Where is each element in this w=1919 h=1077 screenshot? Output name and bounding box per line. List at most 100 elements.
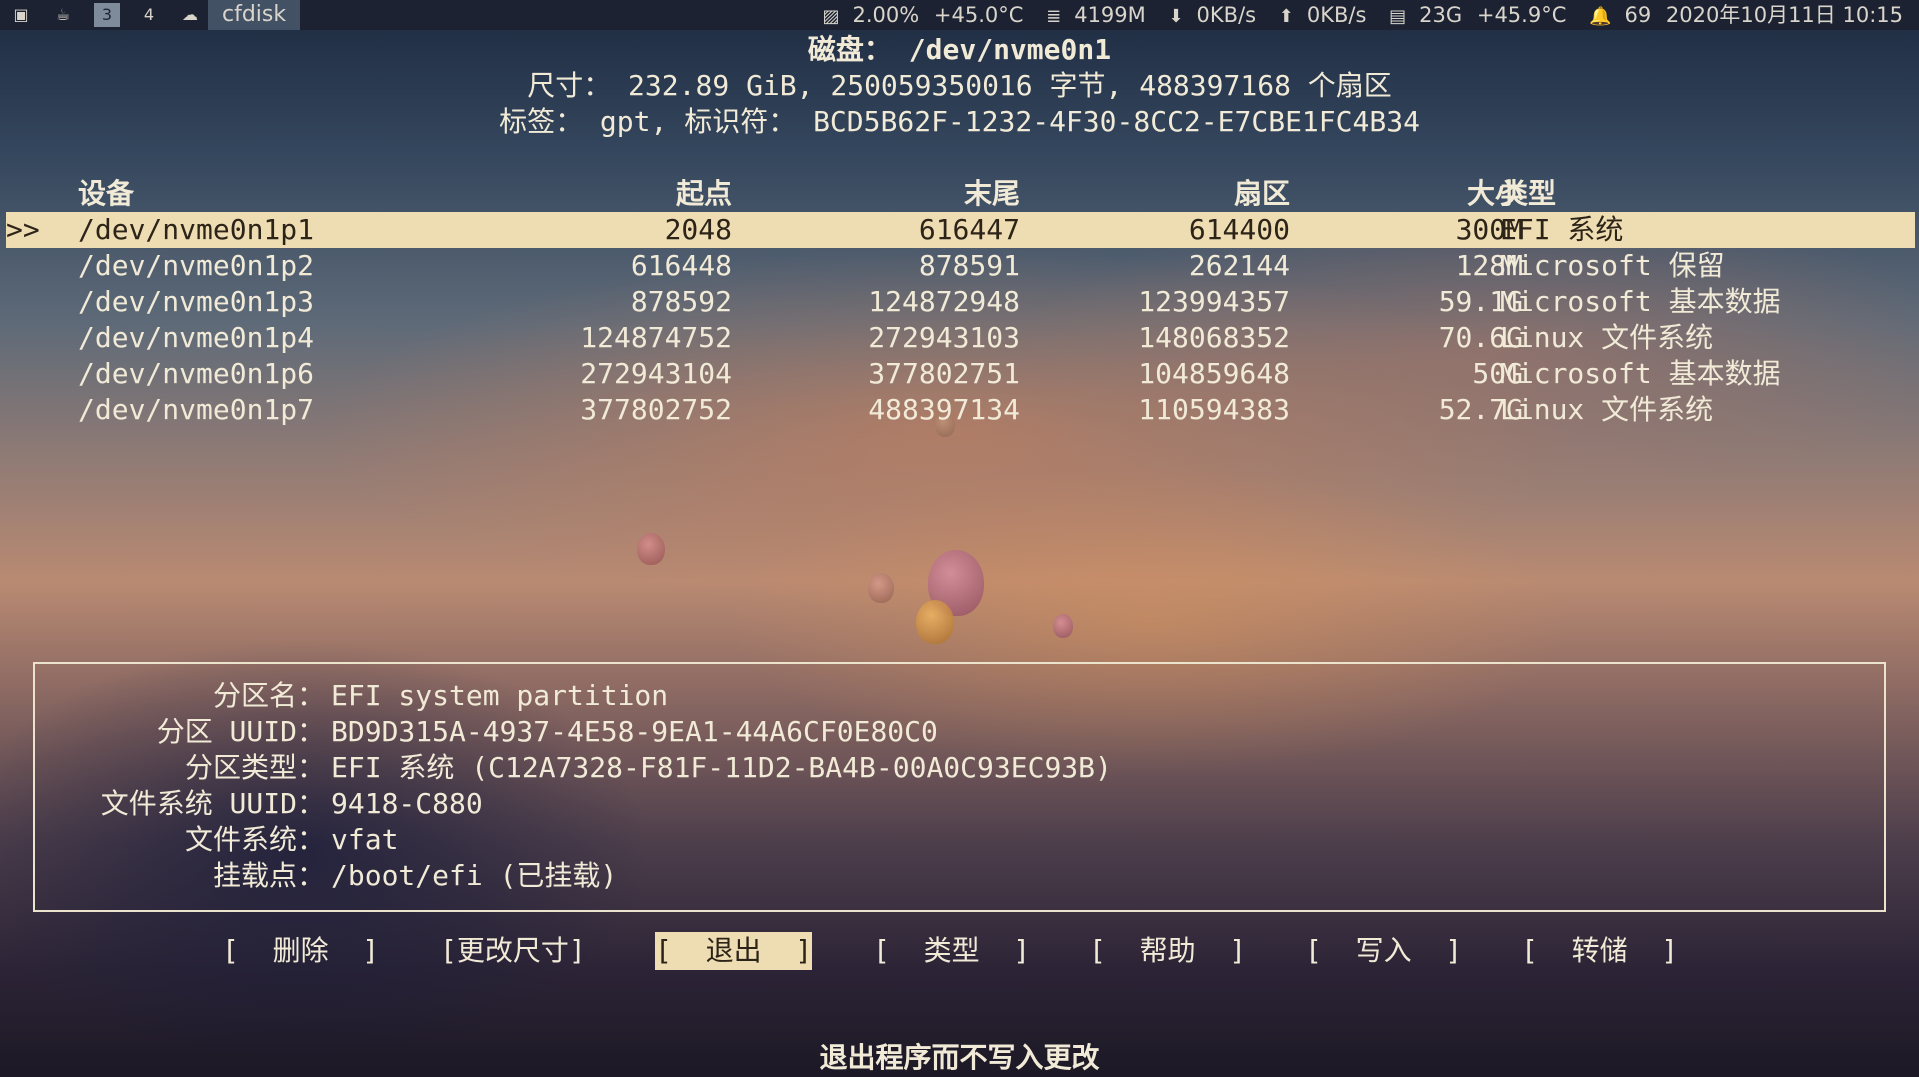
cell-end: 488397134	[868, 393, 1020, 426]
cell-end: 377802751	[868, 357, 1020, 390]
disk-title: 磁盘： /dev/nvme0n1	[807, 33, 1112, 66]
dump-button[interactable]: [ 转储 ]	[1521, 932, 1678, 970]
window-title: cfdisk	[208, 0, 301, 30]
action-menu: [ 删除 ] [更改尺寸] [ 退出 ] [ 类型 ] [ 帮助 ] [ 写入 …	[0, 932, 1919, 972]
info-type-row: 分区类型： EFI 系统 (C12A7328-F81F-11D2-BA4B-00…	[35, 750, 1884, 786]
quit-button[interactable]: [ 退出 ]	[655, 932, 813, 970]
cell-end: 616447	[918, 213, 1020, 246]
info-mount-value: /boot/efi (已挂载)	[331, 859, 618, 892]
cell-sectors: 104859648	[1138, 357, 1290, 390]
disk-label: 标签： gpt, 标识符： BCD5B62F-1232-4F30-8CC2-E7…	[499, 105, 1420, 138]
header-sectors: 扇区	[1233, 177, 1290, 210]
type-button[interactable]: [ 类型 ]	[873, 932, 1030, 970]
info-fsuuid-label: 文件系统 UUID：	[100, 787, 325, 820]
notification-status[interactable]: 🔔 69	[1581, 3, 1651, 27]
upload-icon: ⬆	[1278, 6, 1294, 27]
info-fsuuid-value: 9418-C880	[331, 787, 483, 820]
info-fs-row: 文件系统： vfat	[35, 822, 1884, 858]
cell-type: EFI 系统	[1500, 213, 1624, 246]
cell-sectors: 110594383	[1138, 393, 1290, 426]
table-row[interactable]: /dev/nvme0n1p6 272943104 377802751 10485…	[6, 356, 1915, 392]
clock: 2020年10月11日 10:15	[1665, 3, 1903, 27]
info-uuid-value: BD9D315A-4937-4E58-9EA1-44A6CF0E80C0	[331, 715, 938, 748]
table-row[interactable]: /dev/nvme0n1p3 878592 124872948 12399435…	[6, 284, 1915, 320]
header-end: 末尾	[963, 177, 1020, 210]
info-name-label: 分区名：	[212, 679, 325, 712]
table-row[interactable]: >> /dev/nvme0n1p1 2048 616447 614400 300…	[6, 212, 1915, 248]
cell-type: Linux 文件系统	[1500, 393, 1714, 426]
cell-end: 272943103	[868, 321, 1020, 354]
cell-device: /dev/nvme0n1p1	[78, 213, 315, 246]
cell-device: /dev/nvme0n1p7	[78, 393, 315, 426]
info-type-value: EFI 系统 (C12A7328-F81F-11D2-BA4B-00A0C93E…	[331, 751, 1112, 784]
memory-status: ≣ 4199M	[1046, 3, 1146, 27]
delete-button[interactable]: [ 删除 ]	[222, 932, 379, 970]
cell-start: 616448	[630, 249, 732, 282]
cell-sectors: 262144	[1188, 249, 1290, 282]
download-icon: ⬇	[1168, 6, 1184, 27]
header-type: 类型	[1500, 177, 1557, 210]
info-mount-label: 挂载点：	[212, 859, 325, 892]
cell-device: /dev/nvme0n1p2	[78, 249, 315, 282]
info-fsuuid-row: 文件系统 UUID： 9418-C880	[35, 786, 1884, 822]
selection-marker: >>	[6, 213, 40, 246]
balloon-decoration	[1053, 614, 1073, 638]
database-icon: ≣	[1046, 6, 1062, 27]
cell-start: 2048	[664, 213, 732, 246]
table-row[interactable]: /dev/nvme0n1p4 124874752 272943103 14806…	[6, 320, 1915, 356]
cell-sectors: 123994357	[1138, 285, 1290, 318]
info-mount-row: 挂载点： /boot/efi (已挂载)	[35, 858, 1884, 894]
cell-device: /dev/nvme0n1p4	[78, 321, 315, 354]
cell-start: 272943104	[580, 357, 732, 390]
coffee-icon[interactable]: ☕	[50, 3, 76, 27]
harddisk-icon: ▤	[1389, 6, 1407, 27]
partition-info-box: 分区名： EFI system partition 分区 UUID： BD9D3…	[33, 662, 1886, 912]
balloon-decoration	[916, 600, 954, 644]
cell-type: Microsoft 保留	[1500, 249, 1725, 282]
cell-type: Microsoft 基本数据	[1500, 285, 1781, 318]
cpu-icon: ▨	[822, 6, 840, 27]
disk-size: 尺寸： 232.89 GiB, 250059350016 字节, 4883971…	[527, 69, 1392, 102]
header-start: 起点	[675, 177, 732, 210]
terminal-icon[interactable]: ▣	[8, 3, 34, 27]
disk-status: ▤ 23G +45.9°C	[1389, 3, 1567, 27]
balloon-decoration	[637, 533, 665, 565]
bell-icon: 🔔	[1589, 6, 1612, 27]
info-fs-label: 文件系统：	[184, 823, 325, 856]
help-button[interactable]: [ 帮助 ]	[1089, 932, 1246, 970]
cell-sectors: 148068352	[1138, 321, 1290, 354]
cell-device: /dev/nvme0n1p6	[78, 357, 315, 390]
partition-table: 设备 起点 末尾 扇区 大小 类型 >> /dev/nvme0n1p1 2048…	[6, 176, 1915, 428]
workspace-3[interactable]: 3	[94, 3, 120, 27]
write-button[interactable]: [ 写入 ]	[1305, 932, 1462, 970]
info-fs-value: vfat	[331, 823, 399, 856]
cell-sectors: 614400	[1188, 213, 1290, 246]
header-device: 设备	[78, 177, 135, 210]
download-status: ⬇ 0KB/s	[1168, 3, 1257, 27]
cell-start: 878592	[630, 285, 732, 318]
info-uuid-label: 分区 UUID：	[156, 715, 325, 748]
info-name-value: EFI system partition	[331, 679, 669, 712]
cloud-icon[interactable]: ☁	[177, 3, 203, 27]
table-row[interactable]: /dev/nvme0n1p7 377802752 488397134 11059…	[6, 392, 1915, 428]
info-uuid-row: 分区 UUID： BD9D315A-4937-4E58-9EA1-44A6CF0…	[35, 714, 1884, 750]
cell-type: Microsoft 基本数据	[1500, 357, 1781, 390]
resize-button[interactable]: [更改尺寸]	[440, 932, 586, 970]
status-message: 退出程序而不写入更改	[819, 1041, 1100, 1074]
cpu-status: ▨ 2.00% +45.0°C	[822, 3, 1024, 27]
cell-start: 124874752	[580, 321, 732, 354]
cell-start: 377802752	[580, 393, 732, 426]
top-bar: ▣ ☕ 3 4 ☁ cfdisk ▨ 2.00% +45.0°C ≣ 4199M ⬇…	[0, 0, 1919, 30]
upload-status: ⬆ 0KB/s	[1278, 3, 1367, 27]
cell-type: Linux 文件系统	[1500, 321, 1714, 354]
system-status: ▨ 2.00% +45.0°C ≣ 4199M ⬇ 0KB/s ⬆ 0KB/s ▤ 23G…	[806, 0, 1903, 32]
info-name-row: 分区名： EFI system partition	[35, 678, 1884, 714]
balloon-decoration	[868, 573, 894, 603]
cell-device: /dev/nvme0n1p3	[78, 285, 315, 318]
cell-end: 878591	[918, 249, 1020, 282]
table-header: 设备 起点 末尾 扇区 大小 类型	[6, 176, 1915, 212]
info-type-label: 分区类型：	[184, 751, 325, 784]
table-row[interactable]: /dev/nvme0n1p2 616448 878591 262144 128M…	[6, 248, 1915, 284]
workspace-4[interactable]: 4	[136, 3, 162, 27]
cell-end: 124872948	[868, 285, 1020, 318]
